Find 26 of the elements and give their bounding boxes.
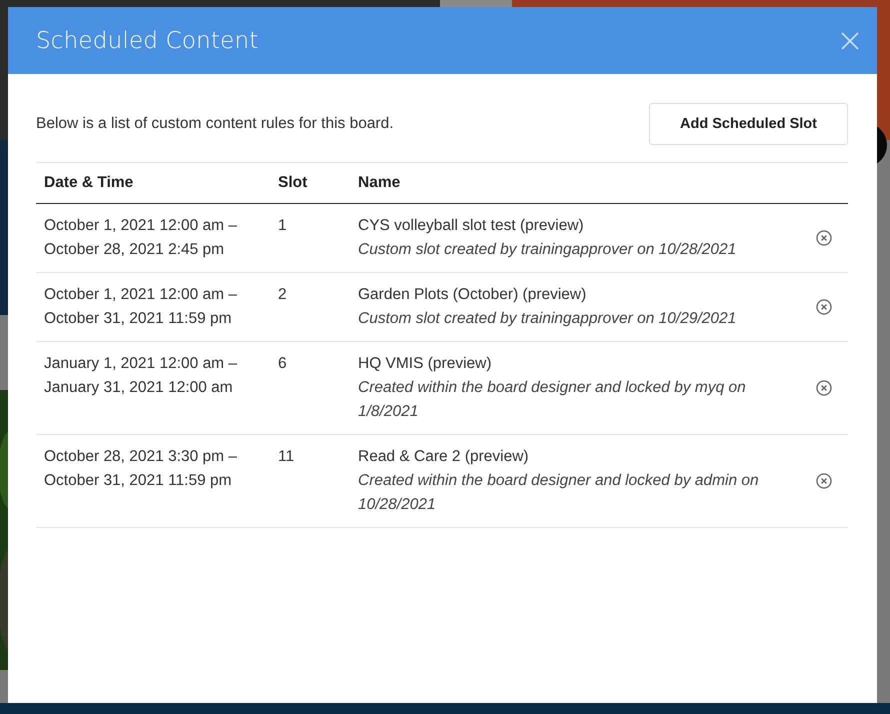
- content-name: Read & Care 2 (preview): [358, 447, 530, 467]
- date-range: October 1, 2021 12:00 am – October 31, 2021 11:59 pm: [44, 285, 238, 329]
- slot-number: 11: [278, 448, 294, 465]
- content-name: HQ VMIS (preview): [358, 354, 492, 374]
- content-note: Created within the board designer and locked by myq on 1/8/2021: [358, 378, 747, 422]
- column-header: Slot: [278, 174, 308, 191]
- content-name: CYS volleyball slot test (preview): [358, 216, 585, 236]
- remove-icon[interactable]: [816, 230, 832, 246]
- intro-text: Below is a list of custom content rules for this board.: [36, 115, 394, 133]
- dialog-title: Scheduled Content: [36, 28, 258, 54]
- content-note: Custom slot created by trainingapprover on 10/29/2021: [358, 309, 738, 329]
- remove-icon[interactable]: [816, 299, 832, 315]
- slot-number: 6: [278, 355, 287, 372]
- slot-number: 1: [278, 217, 287, 234]
- content-note: Custom slot created by trainingapprover on 10/28/2021: [358, 240, 738, 260]
- content-name: Garden Plots (October) (preview): [358, 285, 588, 305]
- remove-icon[interactable]: [816, 380, 832, 396]
- add-slot-button[interactable]: Add Scheduled Slot: [649, 103, 848, 145]
- column-header: Date & Time: [44, 174, 134, 191]
- date-range: October 28, 2021 3:30 pm – October 31, 2021 11:59 pm: [44, 447, 238, 491]
- date-range: January 1, 2021 12:00 am – January 31, 2021 12:00 am: [44, 354, 238, 398]
- slot-number: 2: [278, 286, 287, 303]
- content-note: Created within the board designer and locked by admin on 10/28/2021: [358, 471, 760, 515]
- column-header: Name: [358, 174, 400, 191]
- date-range: October 1, 2021 12:00 am – October 28, 2021 2:45 pm: [44, 216, 238, 260]
- remove-icon[interactable]: [816, 473, 832, 489]
